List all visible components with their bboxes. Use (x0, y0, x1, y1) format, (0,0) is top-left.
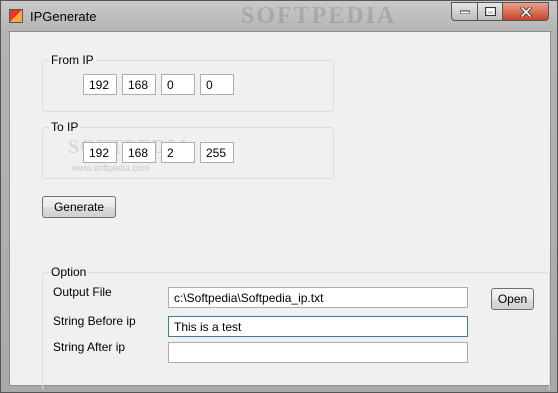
app-window: IPGenerate SOFTPEDIA From IP 192 168 0 0… (0, 0, 558, 393)
from-ip-legend: From IP (49, 53, 96, 67)
close-icon (519, 6, 532, 17)
to-ip-octet-3[interactable]: 2 (161, 142, 195, 163)
minimize-icon (459, 10, 470, 14)
minimize-button[interactable] (451, 2, 478, 21)
option-legend: Option (49, 265, 89, 279)
app-icon[interactable] (9, 9, 23, 23)
from-ip-octet-3[interactable]: 0 (161, 74, 195, 95)
output-file-input[interactable]: c:\Softpedia\Softpedia_ip.txt (168, 287, 468, 308)
window-title: IPGenerate (30, 9, 97, 24)
string-before-input[interactable]: This is a test (168, 316, 468, 337)
close-button[interactable] (502, 2, 549, 21)
from-ip-octet-1[interactable]: 192 (83, 74, 117, 95)
from-ip-octet-4[interactable]: 0 (200, 74, 234, 95)
open-button[interactable]: Open (491, 288, 534, 310)
maximize-icon (484, 7, 496, 16)
string-after-input[interactable] (168, 342, 468, 363)
watermark-url: www.softpedia.com (72, 163, 150, 173)
to-ip-legend: To IP (49, 120, 81, 134)
string-after-label: String After ip (53, 340, 126, 354)
generate-button[interactable]: Generate (42, 196, 116, 218)
client-area: From IP 192 168 0 0 To IP SOFTPEDIA www.… (9, 31, 551, 390)
output-file-label: Output File (53, 285, 112, 299)
watermark-logo: SOFTPEDIA (241, 3, 397, 29)
to-ip-octet-1[interactable]: 192 (83, 142, 117, 163)
to-ip-octet-4[interactable]: 255 (200, 142, 234, 163)
maximize-button[interactable] (477, 2, 503, 21)
string-before-label: String Before ip (53, 314, 136, 328)
title-bar[interactable]: IPGenerate SOFTPEDIA (1, 1, 557, 31)
from-ip-octet-2[interactable]: 168 (122, 74, 156, 95)
to-ip-octet-2[interactable]: 168 (122, 142, 156, 163)
